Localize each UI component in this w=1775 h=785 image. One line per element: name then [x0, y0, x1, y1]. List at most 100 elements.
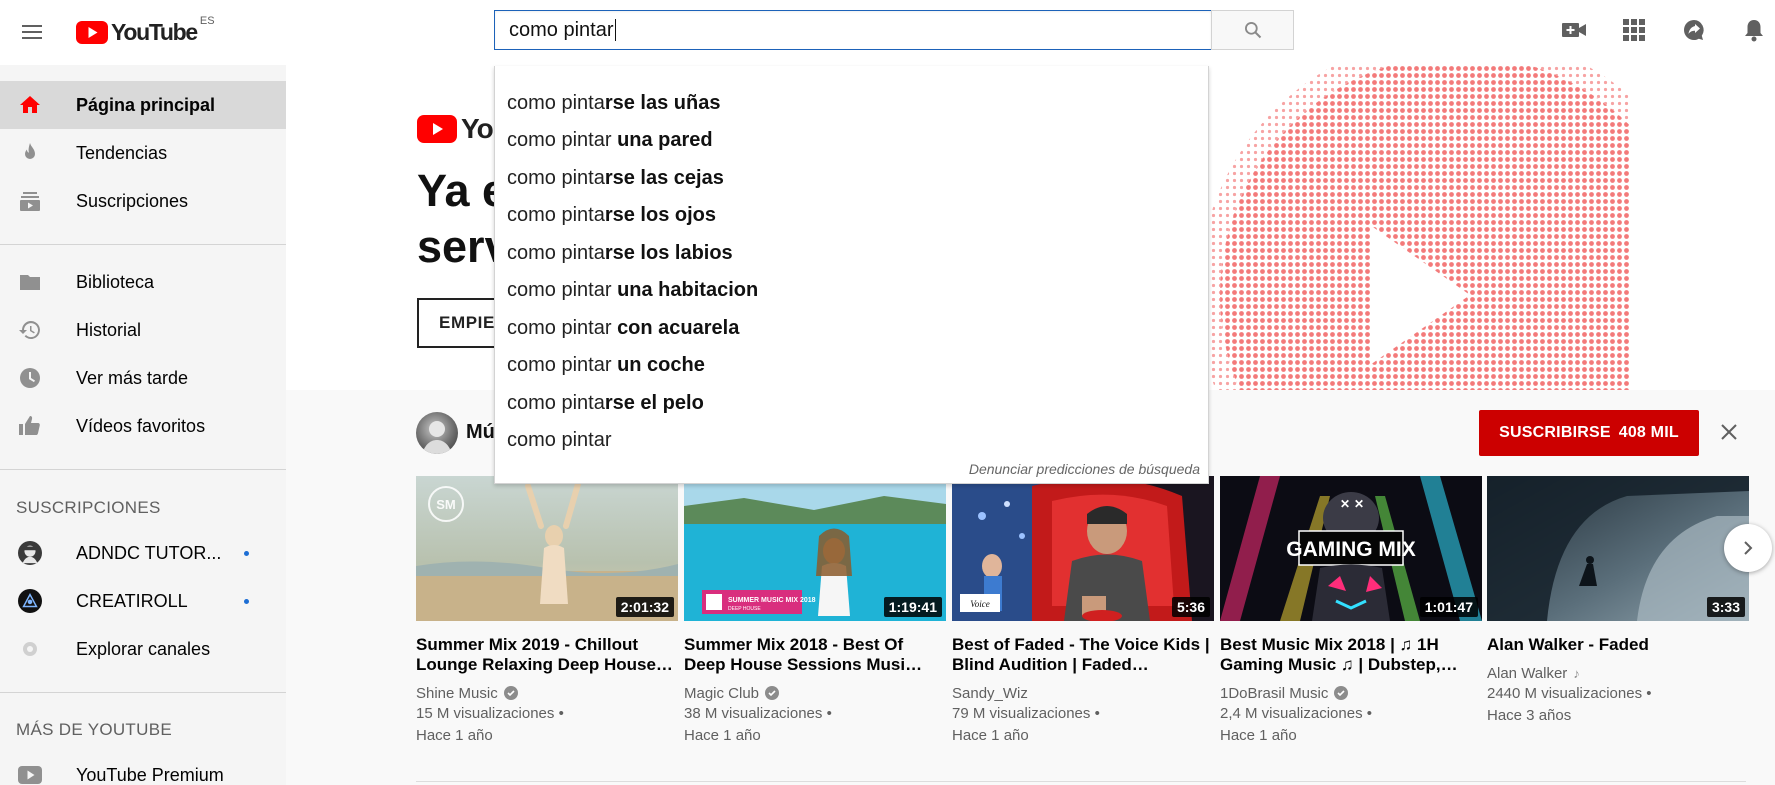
search-input[interactable]: como pintar — [494, 10, 1212, 50]
video-channel[interactable]: Sandy_Wiz — [952, 683, 1214, 703]
video-card[interactable]: SM 2:01:32 Summer Mix 2019 - Chillout Lo… — [416, 476, 678, 747]
search-suggestion[interactable]: como pintarse los ojos — [507, 204, 716, 227]
history-icon — [18, 318, 42, 342]
svg-text:✕: ✕ — [1354, 497, 1364, 511]
video-title[interactable]: Best of Faded - The Voice Kids | Blind A… — [952, 635, 1214, 675]
subscriptions-heading: SUSCRIPCIONES — [16, 498, 161, 517]
youtube-logo[interactable]: YouTube ES — [76, 15, 215, 47]
video-channel[interactable]: Shine Music — [416, 683, 678, 703]
video-thumbnail[interactable]: Voice 5:36 — [952, 476, 1214, 621]
youtube-logo-icon — [417, 115, 457, 143]
suggestion-prefix: como pintar — [507, 429, 612, 451]
subscribe-button[interactable]: SUSCRIBIRSE 408 MIL — [1479, 410, 1699, 456]
video-card[interactable]: 3:33 Alan Walker - Faded Alan Walker ♪ 2… — [1487, 476, 1749, 727]
suggestion-prefix: como pintar — [507, 129, 618, 151]
sidebar-item-liked-videos[interactable]: Vídeos favoritos — [0, 402, 286, 450]
sidebar-item-label: Historial — [76, 319, 142, 340]
verified-badge-icon — [765, 686, 780, 700]
search-suggestion[interactable]: como pintar un coche — [507, 354, 705, 377]
sidebar-item-label: Ver más tarde — [76, 367, 189, 388]
suggestion-completion: rse los labios — [604, 242, 733, 264]
video-age: Hace 1 año — [416, 727, 493, 744]
sidebar-item-subscriptions[interactable]: Suscripciones — [0, 177, 286, 225]
search-suggestion[interactable]: como pintarse los labios — [507, 242, 733, 265]
shelf-title[interactable]: Mú — [466, 421, 495, 444]
search-suggestion[interactable]: como pintarse el pelo — [507, 392, 704, 415]
svg-text:✕: ✕ — [1340, 497, 1350, 511]
shelf-next-button[interactable] — [1724, 524, 1772, 572]
search-suggestion[interactable]: como pintar una habitacion — [507, 279, 758, 302]
home-icon — [18, 93, 42, 117]
share-chat-icon — [1684, 20, 1704, 40]
channel-name: 1DoBrasil Music — [1220, 684, 1329, 702]
logo-text: YouTube — [111, 18, 198, 45]
suggestion-completion: rse las uñas — [604, 92, 721, 114]
banner-logo-text: Yo — [461, 113, 494, 144]
sidebar-item-history[interactable]: Historial — [0, 306, 286, 354]
search-suggestion[interactable]: como pintar con acuarela — [507, 317, 739, 340]
channel-avatar — [18, 589, 42, 613]
search-button[interactable] — [1211, 10, 1294, 50]
video-title[interactable]: Alan Walker - Faded — [1487, 635, 1749, 655]
suggestion-completion: rse los ojos — [604, 204, 716, 226]
video-card[interactable]: SUMMER MUSIC MIX 2018 DEEP HOUSE 1:19:41… — [684, 476, 946, 747]
chevron-right-icon — [1744, 541, 1753, 555]
video-camera-add-icon — [1562, 23, 1586, 37]
guide-menu-button[interactable] — [12, 12, 52, 52]
video-thumbnail[interactable]: SUMMER MUSIC MIX 2018 DEEP HOUSE 1:19:41 — [684, 476, 946, 621]
video-thumbnail[interactable]: 3:33 — [1487, 476, 1749, 621]
notifications-button[interactable] — [1739, 15, 1769, 45]
video-duration: 1:19:41 — [883, 597, 942, 617]
more-from-youtube-heading: MÁS DE YOUTUBE — [16, 720, 172, 739]
video-thumbnail[interactable]: ✕ ✕ GAMING MIX 1:01:47 — [1220, 476, 1482, 621]
video-channel[interactable]: Alan Walker ♪ — [1487, 663, 1749, 683]
sidebar-item-browse-channels[interactable]: Explorar canales — [0, 625, 286, 673]
video-card[interactable]: ✕ ✕ GAMING MIX 1:01:47 Best Music Mix 20… — [1220, 476, 1482, 747]
video-title[interactable]: Summer Mix 2018 - Best Of Deep House Ses… — [684, 635, 946, 675]
suggestion-completion: una pared — [617, 129, 713, 151]
video-channel[interactable]: Magic Club — [684, 683, 946, 703]
verified-badge-icon — [1334, 686, 1349, 700]
messages-button[interactable] — [1679, 15, 1709, 45]
search-suggestion[interactable]: como pintarse las cejas — [507, 167, 724, 190]
report-predictions-link[interactable]: Denunciar predicciones de búsqueda — [969, 461, 1200, 477]
video-title[interactable]: Best Music Mix 2018 | ♫ 1H Gaming Music … — [1220, 635, 1482, 675]
sidebar-item-home[interactable]: Página principal — [0, 81, 286, 129]
new-content-dot — [244, 551, 249, 556]
video-card[interactable]: Voice 5:36 Best of Faded - The Voice Kid… — [952, 476, 1214, 747]
video-duration: 2:01:32 — [615, 597, 674, 617]
svg-text:SM: SM — [436, 497, 456, 512]
dismiss-shelf-button[interactable] — [1716, 419, 1742, 445]
sidebar-item-label: Biblioteca — [76, 271, 155, 292]
search-suggestion[interactable]: como pintar — [507, 429, 612, 452]
sidebar-item-watch-later[interactable]: Ver más tarde — [0, 354, 286, 402]
video-title[interactable]: Summer Mix 2019 - Chillout Lounge Relaxi… — [416, 635, 678, 675]
video-duration: 1:01:47 — [1419, 597, 1478, 617]
clock-icon — [18, 366, 42, 390]
sidebar-channel-creatiroll[interactable]: CREATIROLL — [0, 577, 286, 625]
close-icon — [1721, 424, 1737, 440]
channel-name: Shine Music — [416, 684, 498, 702]
sidebar-divider — [0, 244, 286, 245]
text-caret — [614, 19, 616, 41]
video-views: 2,4 M visualizaciones • — [1220, 705, 1372, 722]
sidebar-channel-adndc[interactable]: ADNDC TUTOR... — [0, 529, 286, 577]
sidebar-divider — [0, 469, 286, 470]
svg-text:GAMING MIX: GAMING MIX — [1286, 538, 1416, 561]
sidebar-item-label: Suscripciones — [76, 190, 189, 211]
create-video-button[interactable] — [1559, 15, 1589, 45]
sidebar-item-youtube-premium[interactable]: YouTube Premium — [0, 751, 286, 785]
search-suggestion[interactable]: como pintarse las uñas — [507, 92, 720, 115]
verified-badge-icon — [503, 686, 518, 700]
suggestion-prefix: como pinta — [507, 392, 605, 414]
video-channel[interactable]: 1DoBrasil Music — [1220, 683, 1482, 703]
video-thumbnail[interactable]: SM 2:01:32 — [416, 476, 678, 621]
search-suggestion[interactable]: como pintar una pared — [507, 129, 713, 152]
sidebar-item-trending[interactable]: Tendencias — [0, 129, 286, 177]
svg-text:SUMMER MUSIC MIX 2018: SUMMER MUSIC MIX 2018 — [728, 597, 816, 604]
channel-avatar[interactable] — [416, 412, 458, 454]
sidebar-item-library[interactable]: Biblioteca — [0, 258, 286, 306]
apps-button[interactable] — [1619, 15, 1649, 45]
channel-name: Magic Club — [684, 684, 760, 702]
suggestion-completion: rse el pelo — [604, 392, 704, 414]
